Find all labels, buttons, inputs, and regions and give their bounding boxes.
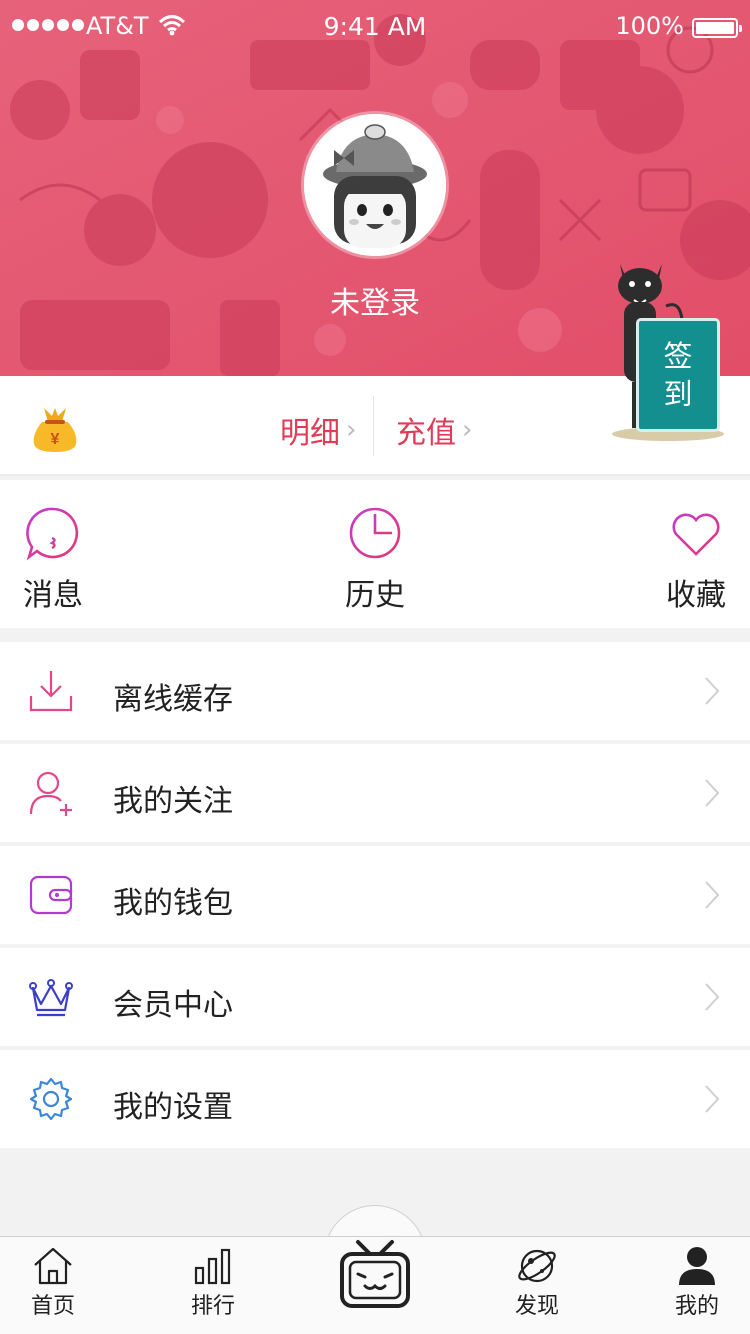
- menu-item-offline-cache[interactable]: 离线缓存: [0, 642, 750, 740]
- tab-home[interactable]: 首页: [8, 1246, 98, 1320]
- checkin-label-line2: 到: [663, 377, 693, 411]
- svg-text:¥: ¥: [51, 431, 60, 448]
- chevron-right-icon: ›: [462, 415, 473, 445]
- recharge-label: 充值: [396, 416, 456, 451]
- settings-menu: 离线缓存 我的关注 我的钱包 会员中心 我的设置: [0, 642, 750, 1152]
- detail-label: 明细: [280, 416, 340, 451]
- quick-action-label: 历史: [345, 578, 405, 613]
- tab-mine[interactable]: 我的: [652, 1246, 742, 1320]
- status-bar: AT&T 9:41 AM 100%: [0, 0, 750, 54]
- detail-link[interactable]: 明细 ›: [280, 408, 356, 452]
- quick-action-history[interactable]: 历史: [315, 506, 435, 614]
- money-bag-icon: ¥: [33, 408, 77, 452]
- quick-action-label: 收藏: [666, 578, 726, 613]
- chevron-right-icon: [705, 779, 720, 807]
- quick-action-label: 消息: [23, 578, 83, 613]
- quick-action-favorites[interactable]: 收藏: [636, 506, 750, 614]
- menu-item-settings[interactable]: 我的设置: [0, 1050, 750, 1148]
- battery-percentage: 100%: [615, 12, 684, 40]
- divider: [373, 396, 374, 456]
- quick-actions: 消息 历史 收藏: [0, 480, 750, 628]
- menu-item-label: 我的关注: [113, 784, 233, 819]
- checkin-button[interactable]: 签 到: [636, 318, 720, 432]
- chevron-right-icon: [705, 983, 720, 1011]
- person-icon: [679, 1247, 715, 1285]
- tab-label: 排行: [190, 1294, 235, 1319]
- tv-icon[interactable]: [338, 1238, 412, 1310]
- heart-icon: [672, 513, 720, 556]
- menu-item-following[interactable]: 我的关注: [0, 744, 750, 842]
- checkin-label-line1: 签: [663, 339, 693, 373]
- gear-icon: [29, 1077, 73, 1121]
- tab-label: 我的: [674, 1294, 719, 1319]
- cartoon-girl-avatar-icon: [304, 114, 446, 256]
- tab-discover[interactable]: 发现: [492, 1246, 582, 1320]
- bar-chart-icon: [194, 1248, 231, 1285]
- menu-item-wallet[interactable]: 我的钱包: [0, 846, 750, 944]
- chevron-right-icon: [705, 677, 720, 705]
- quick-action-messages[interactable]: 消息: [0, 506, 113, 614]
- clock-icon: [349, 507, 401, 559]
- add-user-icon: [29, 771, 72, 816]
- tab-ranking[interactable]: 排行: [168, 1246, 258, 1320]
- avatar[interactable]: [304, 114, 446, 256]
- tab-label: 发现: [514, 1294, 559, 1319]
- home-icon: [34, 1247, 72, 1285]
- kiss-face-icon: [26, 507, 79, 560]
- chevron-right-icon: [705, 881, 720, 909]
- menu-item-label: 我的钱包: [113, 886, 233, 921]
- menu-item-membership[interactable]: 会员中心: [0, 948, 750, 1046]
- crown-icon: [29, 979, 73, 1017]
- tab-label: 首页: [30, 1294, 75, 1319]
- download-icon: [29, 671, 73, 712]
- planet-icon: [518, 1249, 556, 1283]
- wallet-icon: [29, 875, 73, 915]
- menu-item-label: 我的设置: [113, 1090, 233, 1125]
- chevron-right-icon: ›: [346, 415, 357, 445]
- chevron-right-icon: [705, 1085, 720, 1113]
- menu-item-label: 离线缓存: [113, 682, 233, 717]
- battery-icon: [692, 18, 742, 38]
- menu-item-label: 会员中心: [113, 988, 233, 1023]
- recharge-link[interactable]: 充值 ›: [396, 408, 472, 452]
